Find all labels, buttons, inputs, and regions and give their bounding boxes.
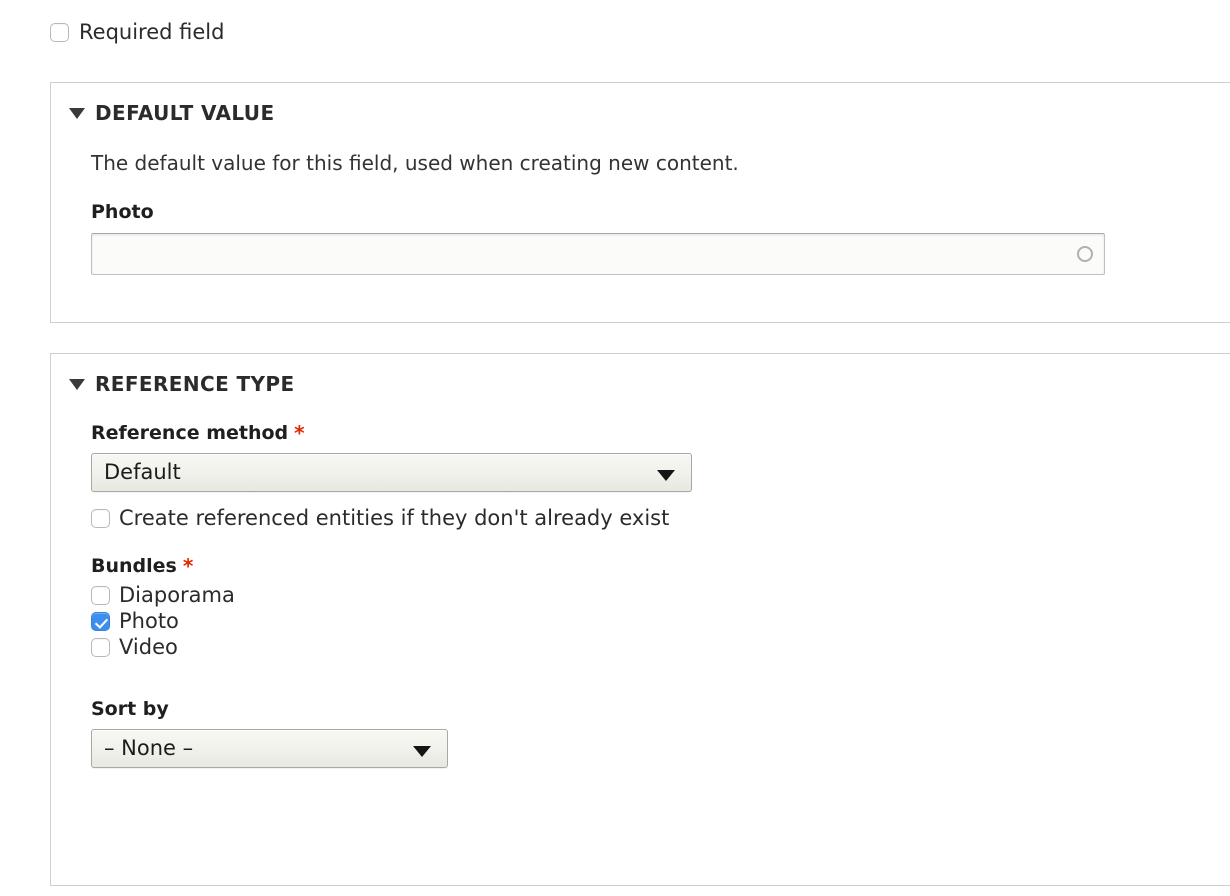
reference-method-label: Reference method * (91, 422, 1230, 444)
required-asterisk: * (294, 421, 305, 445)
required-asterisk: * (182, 554, 194, 578)
reference-method-select[interactable]: Default (91, 453, 692, 492)
sort-by-select[interactable]: – None – (91, 729, 448, 768)
chevron-down-icon (657, 469, 675, 481)
create-referenced-entities-checkbox[interactable] (91, 509, 110, 528)
reference-method-selected-value: Default (104, 460, 181, 484)
reference-type-body: Reference method * Default Create refere… (51, 422, 1230, 768)
reference-type-legend-label: REFERENCE TYPE (95, 372, 295, 396)
default-value-autocomplete (91, 233, 1105, 275)
bundle-item-photo[interactable]: Photo (91, 611, 1230, 632)
default-value-legend-label: DEFAULT VALUE (95, 101, 275, 125)
chevron-down-icon[interactable] (69, 107, 85, 119)
bundles-list: Diaporama Photo Video (91, 585, 1230, 658)
bundle-label-diaporama: Diaporama (119, 583, 235, 607)
field-settings-page: Required field DEFAULT VALUE The default… (0, 0, 1230, 896)
bundle-checkbox-diaporama[interactable] (91, 586, 110, 605)
default-value-field-label-text: Photo (91, 201, 154, 223)
create-referenced-entities-label: Create referenced entities if they don't… (119, 506, 670, 530)
bundle-label-video: Video (119, 635, 178, 659)
chevron-down-icon (413, 745, 431, 757)
sort-by-selected-value: – None – (104, 736, 194, 760)
sort-by-label: Sort by (91, 698, 1230, 720)
bundles-label: Bundles * (91, 555, 1230, 577)
bundle-checkbox-video[interactable] (91, 638, 110, 657)
reference-method-label-text: Reference method (91, 422, 289, 444)
default-value-legend[interactable]: DEFAULT VALUE (51, 101, 1230, 125)
bundle-checkbox-photo[interactable] (91, 612, 110, 631)
required-field-checkbox[interactable] (50, 23, 69, 42)
default-value-body: The default value for this field, used w… (51, 151, 1230, 275)
reference-type-fieldset: REFERENCE TYPE Reference method * Defaul… (50, 353, 1230, 886)
default-value-fieldset: DEFAULT VALUE The default value for this… (50, 82, 1230, 323)
bundle-item-diaporama[interactable]: Diaporama (91, 585, 1230, 606)
bundles-label-text: Bundles (91, 555, 177, 577)
default-value-description: The default value for this field, used w… (91, 151, 739, 175)
default-value-field-label: Photo (91, 201, 1230, 223)
chevron-down-icon[interactable] (69, 378, 85, 390)
bundle-label-photo: Photo (119, 609, 179, 633)
sort-by-label-text: Sort by (91, 698, 169, 720)
bundle-item-video[interactable]: Video (91, 637, 1230, 658)
required-field-row[interactable]: Required field (50, 22, 224, 43)
required-field-label: Required field (79, 20, 225, 44)
default-value-input[interactable] (91, 233, 1105, 275)
create-referenced-entities-row[interactable]: Create referenced entities if they don't… (91, 508, 1230, 529)
reference-type-legend[interactable]: REFERENCE TYPE (51, 372, 1230, 396)
